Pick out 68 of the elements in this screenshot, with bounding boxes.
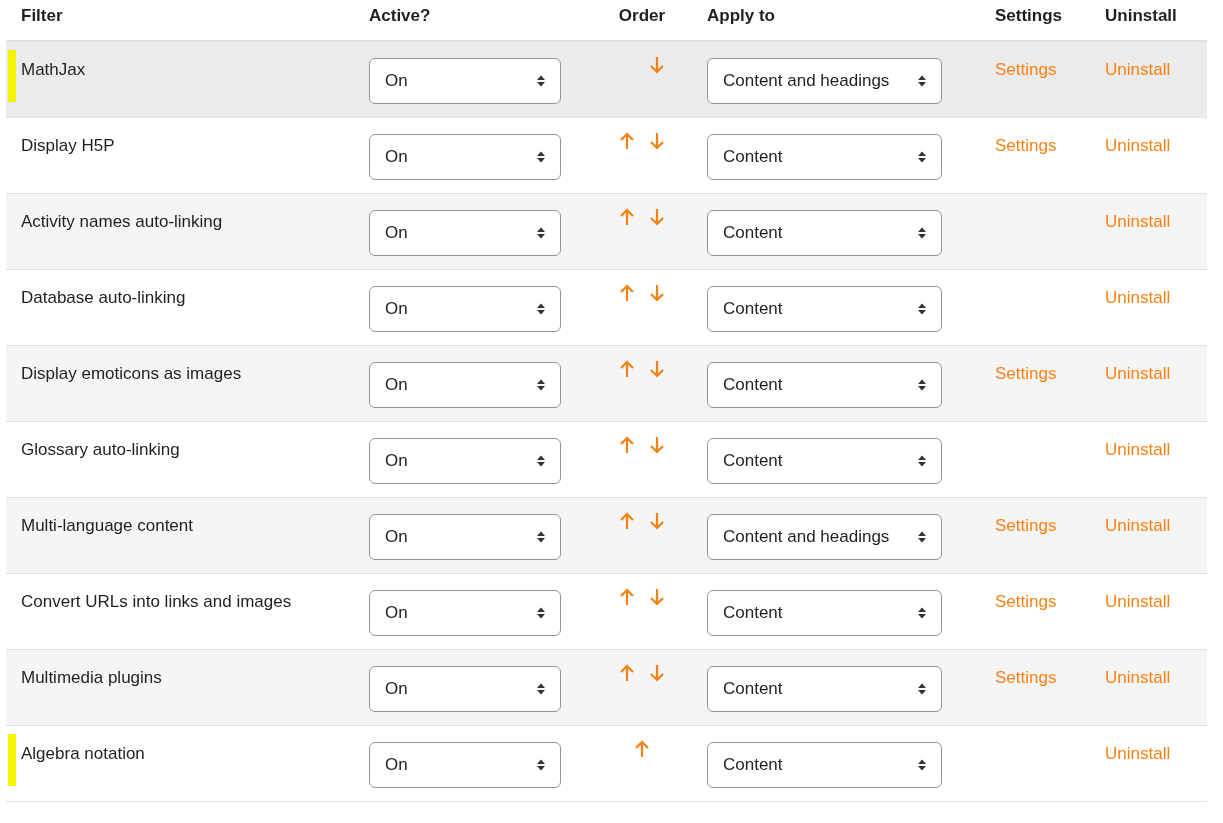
- apply-to-dropdown[interactable]: Content: [707, 589, 942, 636]
- filter-name: Multi-language content: [21, 515, 193, 535]
- caret-icon: [536, 453, 546, 468]
- down-arrow-icon[interactable]: [649, 663, 665, 682]
- filter-name: Database auto-linking: [21, 287, 186, 307]
- filter-name: Multimedia plugins: [21, 667, 162, 687]
- up-arrow-icon[interactable]: [634, 739, 650, 758]
- caret-icon: [917, 74, 927, 88]
- caret-icon: [536, 149, 546, 164]
- up-arrow-icon[interactable]: [619, 587, 635, 606]
- filter-name: MathJax: [21, 60, 86, 79]
- down-arrow-icon[interactable]: [649, 56, 665, 74]
- down-arrow-icon[interactable]: [649, 131, 665, 150]
- caret-icon: [917, 681, 927, 696]
- down-arrow-icon[interactable]: [649, 207, 665, 226]
- caret-icon: [536, 605, 546, 620]
- up-arrow-icon[interactable]: [619, 663, 635, 682]
- caret-icon: [917, 453, 927, 468]
- active-dropdown[interactable]: On: [369, 589, 561, 636]
- down-arrow-icon[interactable]: [649, 587, 665, 606]
- apply-to-dropdown[interactable]: Content: [707, 361, 942, 408]
- down-arrow-icon[interactable]: [649, 283, 665, 302]
- filter-name: Convert URLs into links and images: [21, 591, 292, 611]
- up-arrow-icon[interactable]: [619, 511, 635, 530]
- filter-name: Display emoticons as images: [21, 363, 242, 383]
- caret-icon: [917, 377, 927, 392]
- caret-icon: [536, 74, 546, 88]
- filter-name: Glossary auto-linking: [21, 439, 180, 459]
- down-arrow-icon[interactable]: [649, 359, 665, 378]
- apply-to-dropdown[interactable]: Content: [707, 665, 942, 712]
- caret-icon: [917, 225, 927, 240]
- caret-icon: [917, 529, 927, 544]
- caret-icon: [917, 301, 927, 316]
- active-dropdown[interactable]: On: [369, 437, 561, 484]
- caret-icon: [536, 757, 546, 772]
- up-arrow-icon[interactable]: [619, 131, 635, 150]
- caret-icon: [536, 301, 546, 316]
- active-dropdown[interactable]: On: [369, 285, 561, 332]
- caret-icon: [917, 605, 927, 620]
- down-arrow-icon[interactable]: [649, 435, 665, 454]
- up-arrow-icon[interactable]: [619, 359, 635, 378]
- active-dropdown[interactable]: On: [369, 513, 561, 560]
- up-arrow-icon[interactable]: [619, 207, 635, 226]
- active-dropdown[interactable]: On: [369, 741, 561, 788]
- active-dropdown[interactable]: On: [369, 58, 561, 104]
- apply-to-dropdown[interactable]: Content: [707, 741, 942, 788]
- filter-name: Activity names auto-linking: [21, 211, 223, 231]
- caret-icon: [917, 149, 927, 164]
- active-dropdown[interactable]: On: [369, 361, 561, 408]
- filter-name: Display H5P: [21, 135, 115, 155]
- active-dropdown[interactable]: On: [369, 133, 561, 180]
- filter-name: Algebra notation: [21, 743, 145, 763]
- active-dropdown[interactable]: On: [369, 665, 561, 712]
- caret-icon: [917, 757, 927, 772]
- apply-to-dropdown[interactable]: Content: [707, 133, 942, 180]
- down-arrow-icon[interactable]: [649, 511, 665, 530]
- caret-icon: [536, 681, 546, 696]
- active-dropdown[interactable]: On: [369, 209, 561, 256]
- apply-to-dropdown[interactable]: Content and headings: [707, 513, 942, 560]
- caret-icon: [536, 377, 546, 392]
- apply-to-dropdown[interactable]: Content: [707, 209, 942, 256]
- caret-icon: [536, 225, 546, 240]
- apply-to-dropdown[interactable]: Content: [707, 285, 942, 332]
- caret-icon: [536, 529, 546, 544]
- apply-to-dropdown[interactable]: Content: [707, 437, 942, 484]
- up-arrow-icon[interactable]: [619, 435, 635, 454]
- up-arrow-icon[interactable]: [619, 283, 635, 302]
- apply-to-dropdown[interactable]: Content and headings: [707, 58, 942, 104]
